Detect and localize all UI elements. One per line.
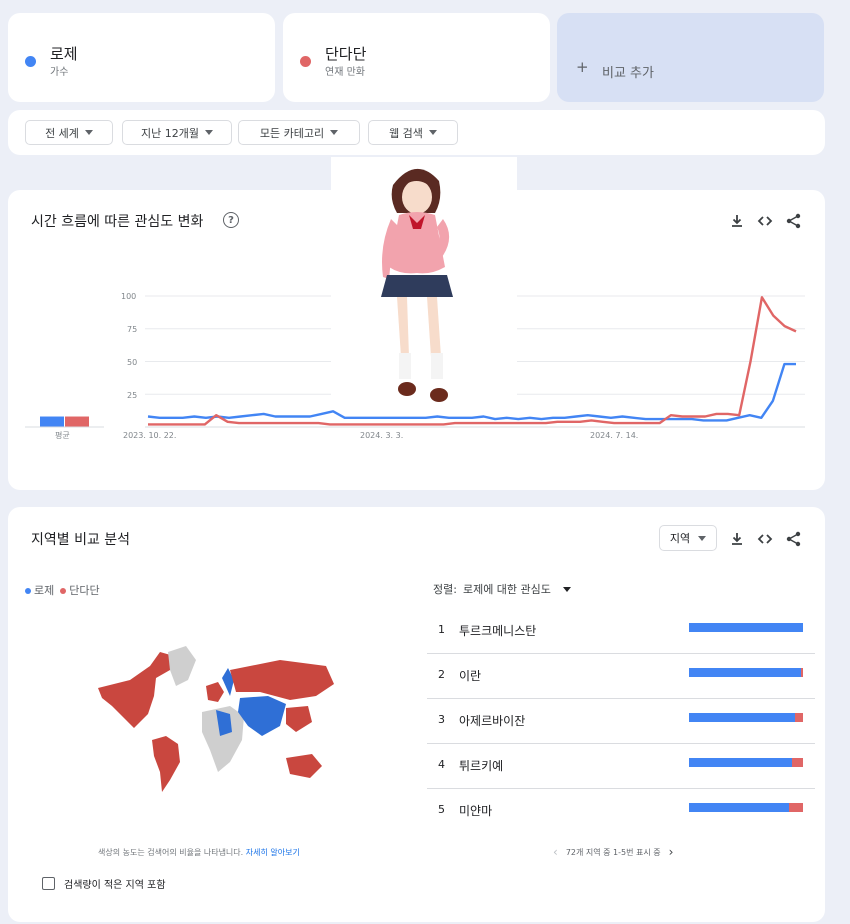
region-level-select[interactable]: 지역 [659,525,717,551]
region-row[interactable]: 4 튀르키예 [427,744,815,789]
region-row[interactable]: 2 이란 [427,654,815,699]
region-bar [689,803,803,812]
region-rank: 3 [438,713,445,726]
world-map[interactable] [90,640,340,800]
character-illustration [331,157,517,407]
embed-code-icon[interactable] [756,530,774,548]
region-name: 아제르바이잔 [459,714,526,728]
y-tick-label: 25 [127,391,138,400]
low-volume-checkbox[interactable] [42,877,55,890]
region-bar [689,758,803,767]
sort-value: 로제에 대한 관심도 [462,583,551,596]
region-name: 이란 [459,669,482,683]
low-volume-toggle[interactable]: 검색량이 적은 지역 포함 [42,876,166,891]
average-label: 평균 [55,431,70,440]
region-rank: 2 [438,668,445,681]
region-bar [689,668,803,677]
region-row[interactable]: 1 투르크메니스탄 [427,609,815,654]
sort-label: 정렬: [433,583,457,596]
region-rank: 5 [438,803,445,816]
prev-page-icon[interactable]: ‹ [553,845,558,859]
y-tick-label: 50 [127,358,138,367]
region-name: 미얀마 [459,804,493,818]
average-bar [40,416,64,427]
low-volume-label: 검색량이 적은 지역 포함 [64,880,166,891]
next-page-icon[interactable]: › [669,845,674,859]
x-tick-label: 2023. 10. 22. [123,431,177,440]
region-rank: 4 [438,758,445,771]
region-title: 지역별 비교 분석 [31,532,131,548]
average-bar [65,416,89,427]
region-level-value: 지역 [669,532,691,545]
share-icon[interactable] [785,530,803,548]
region-name: 투르크메니스탄 [459,624,537,638]
legend-item-rose: 로제 [25,582,54,598]
region-name: 튀르키예 [459,759,504,773]
caret-down-icon [562,586,571,592]
region-bar [689,623,803,632]
download-icon[interactable] [728,530,746,548]
pager-text: 72개 지역 중 1-5번 표시 중 [565,847,661,857]
region-rank: 1 [438,623,445,636]
region-pager: ‹ 72개 지역 중 1-5번 표시 중 › [553,845,673,859]
y-tick-label: 75 [127,325,138,334]
y-tick-label: 100 [121,292,137,301]
caret-down-icon [698,535,707,541]
legend-item-dandadan: 단다단 [60,582,100,598]
x-tick-label: 2024. 7. 14. [590,431,639,440]
region-legend: 로제 단다단 [25,582,100,598]
region-row[interactable]: 5 미얀마 [427,789,815,834]
region-row[interactable]: 3 아제르바이잔 [427,699,815,744]
map-note: 색상의 농도는 검색어의 비율을 나타냅니다. 자세히 알아보기 [98,848,300,857]
sort-selector[interactable]: 정렬: 로제에 대한 관심도 [433,581,571,597]
learn-more-link[interactable]: 자세히 알아보기 [246,848,300,857]
x-tick-label: 2024. 3. 3. [360,431,404,440]
region-bar [689,713,803,722]
